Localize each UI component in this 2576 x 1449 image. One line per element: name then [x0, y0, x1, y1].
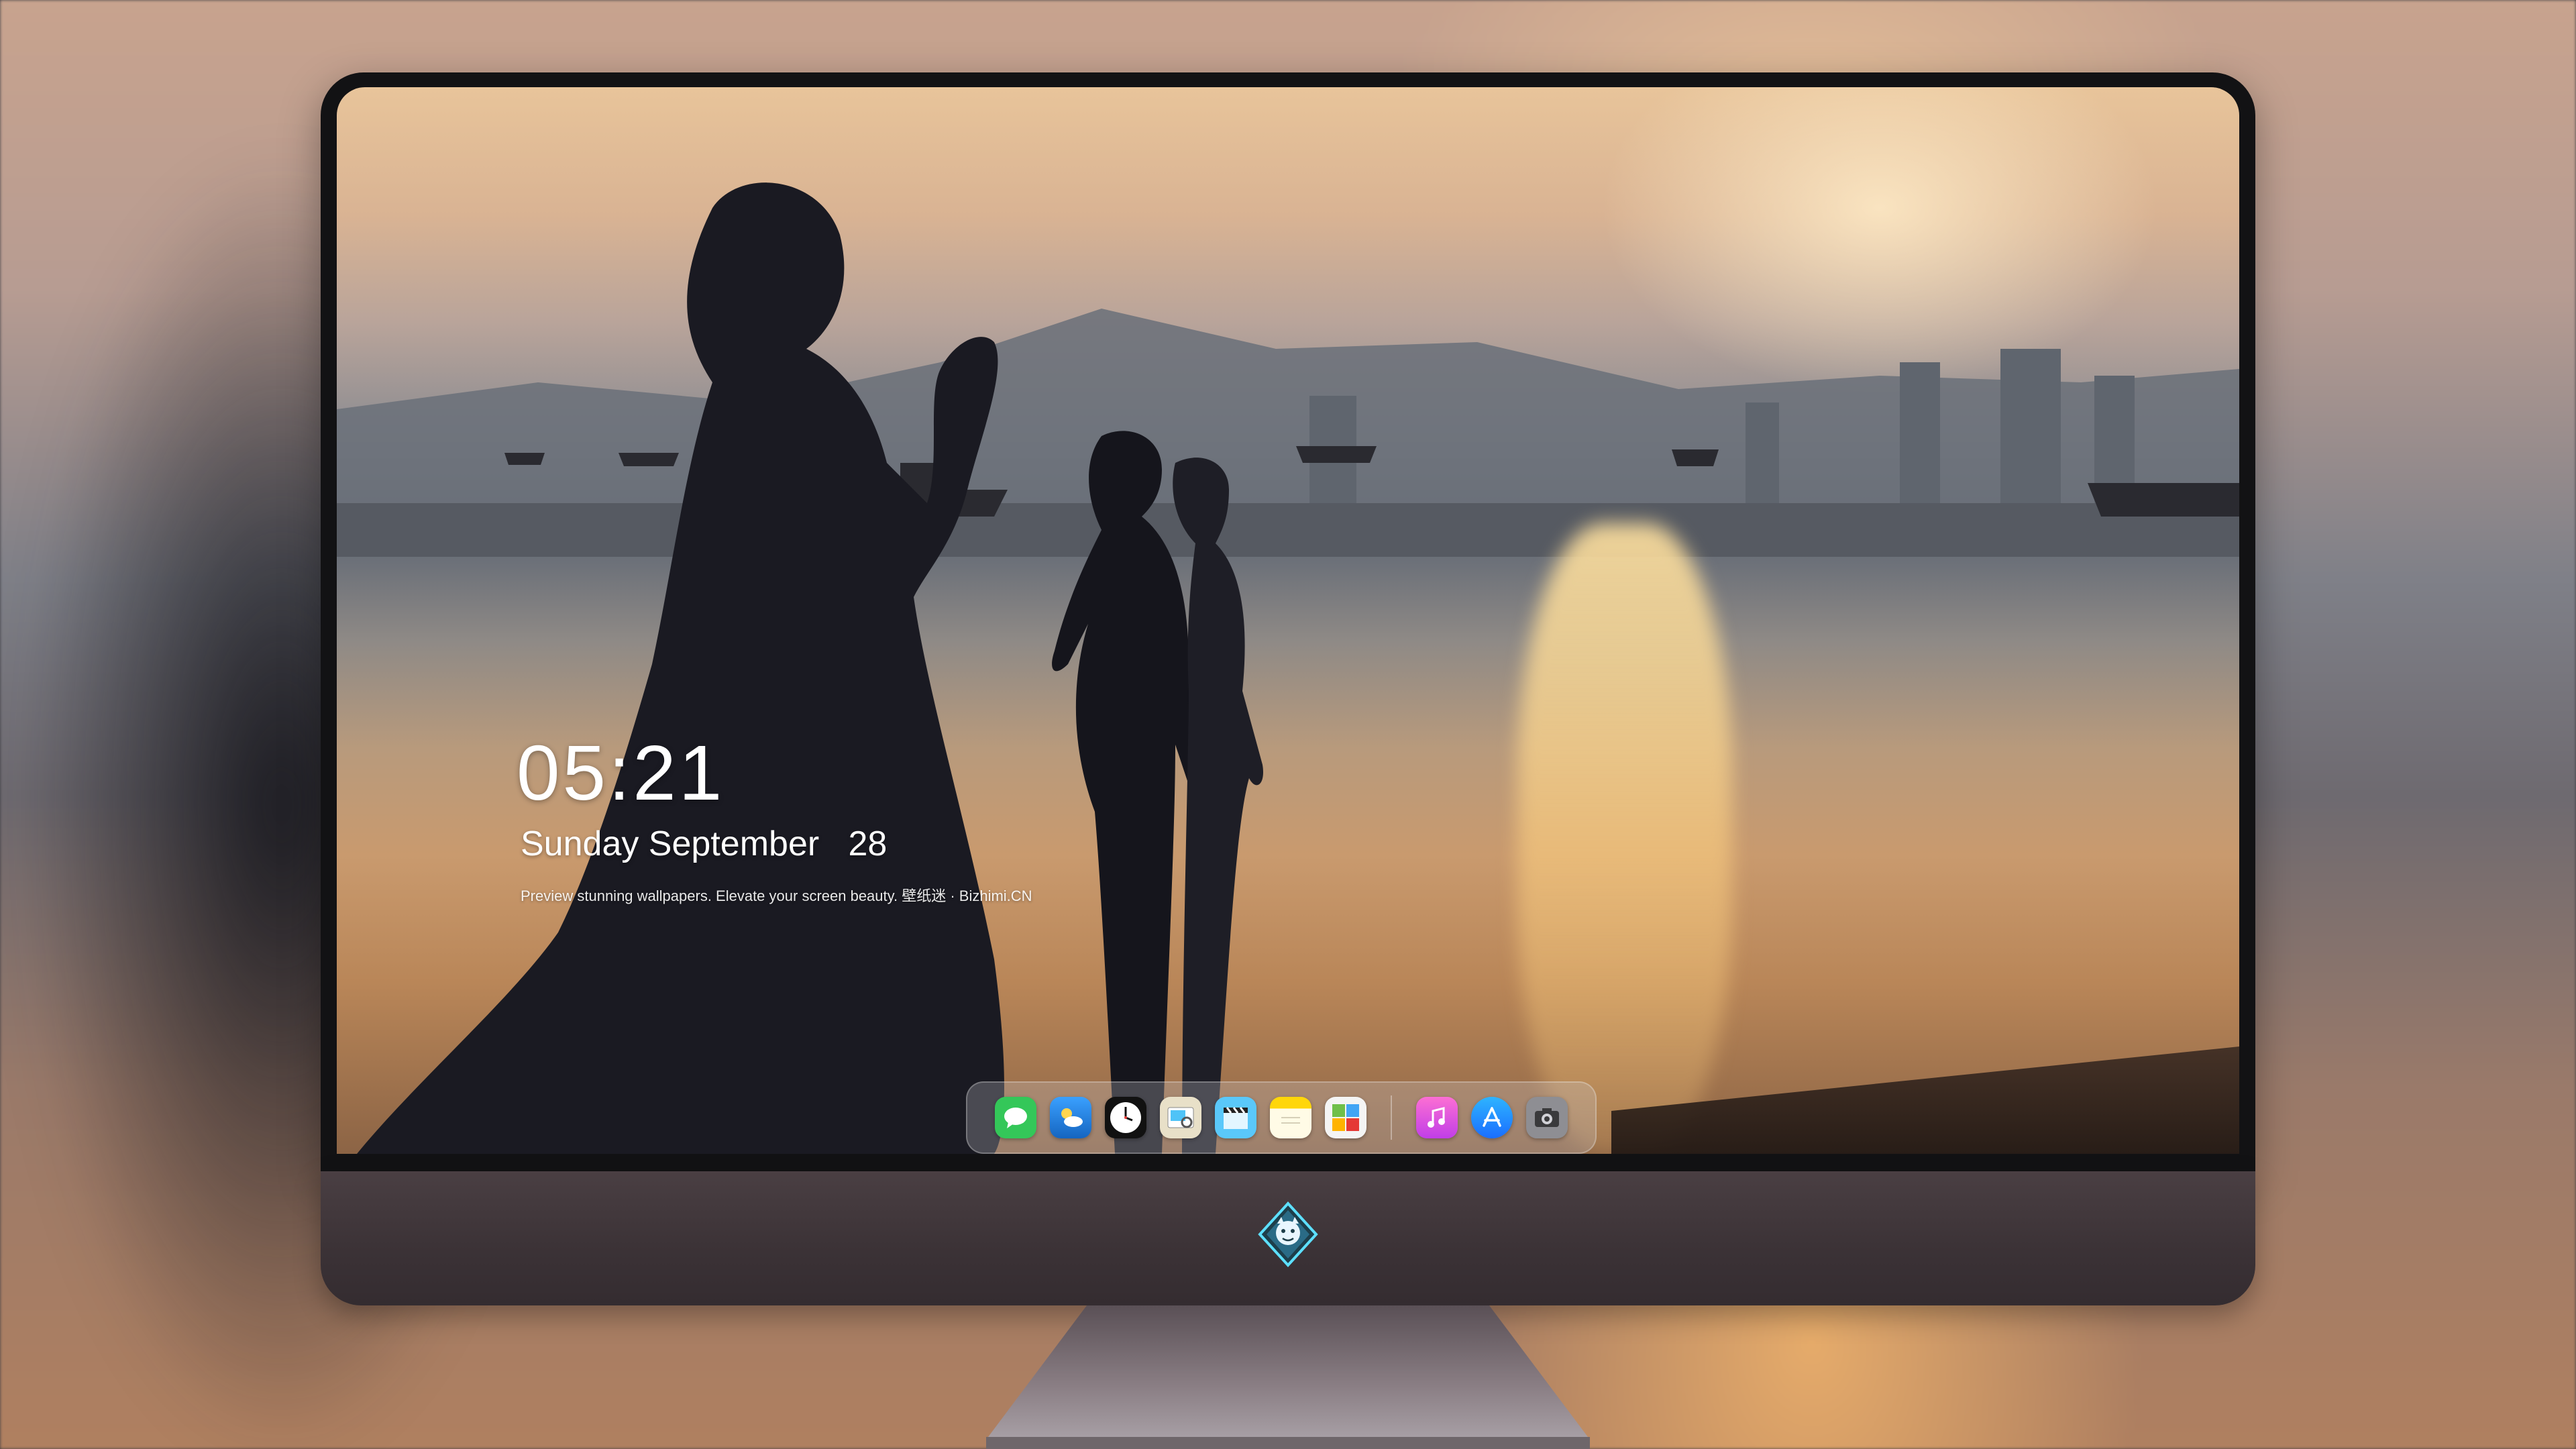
wallpaper-tagline: Preview stunning wallpapers. Elevate you…: [521, 888, 1032, 904]
bizhimi-logo-icon: [1254, 1201, 1322, 1268]
monitor-stand: [986, 1305, 1590, 1449]
messages-icon[interactable]: [995, 1097, 1036, 1138]
camera-icon[interactable]: [1526, 1097, 1568, 1138]
music-icon[interactable]: [1416, 1097, 1458, 1138]
lock-screen-time: 05:21: [517, 729, 725, 816]
people-silhouettes: [357, 182, 2239, 1154]
clock-icon[interactable]: [1105, 1097, 1146, 1138]
clapperboard-icon[interactable]: [1215, 1097, 1256, 1138]
photo-booth-icon[interactable]: [1325, 1097, 1366, 1138]
weather-icon[interactable]: [1050, 1097, 1091, 1138]
dock: [966, 1081, 1597, 1154]
lock-screen-date: Sunday September 28: [521, 824, 888, 863]
app-store-icon[interactable]: [1471, 1097, 1513, 1138]
monitor-screen: [337, 87, 2239, 1154]
dock-separator: [1391, 1095, 1392, 1140]
preview-icon[interactable]: [1160, 1097, 1201, 1138]
notes-icon[interactable]: [1270, 1097, 1311, 1138]
